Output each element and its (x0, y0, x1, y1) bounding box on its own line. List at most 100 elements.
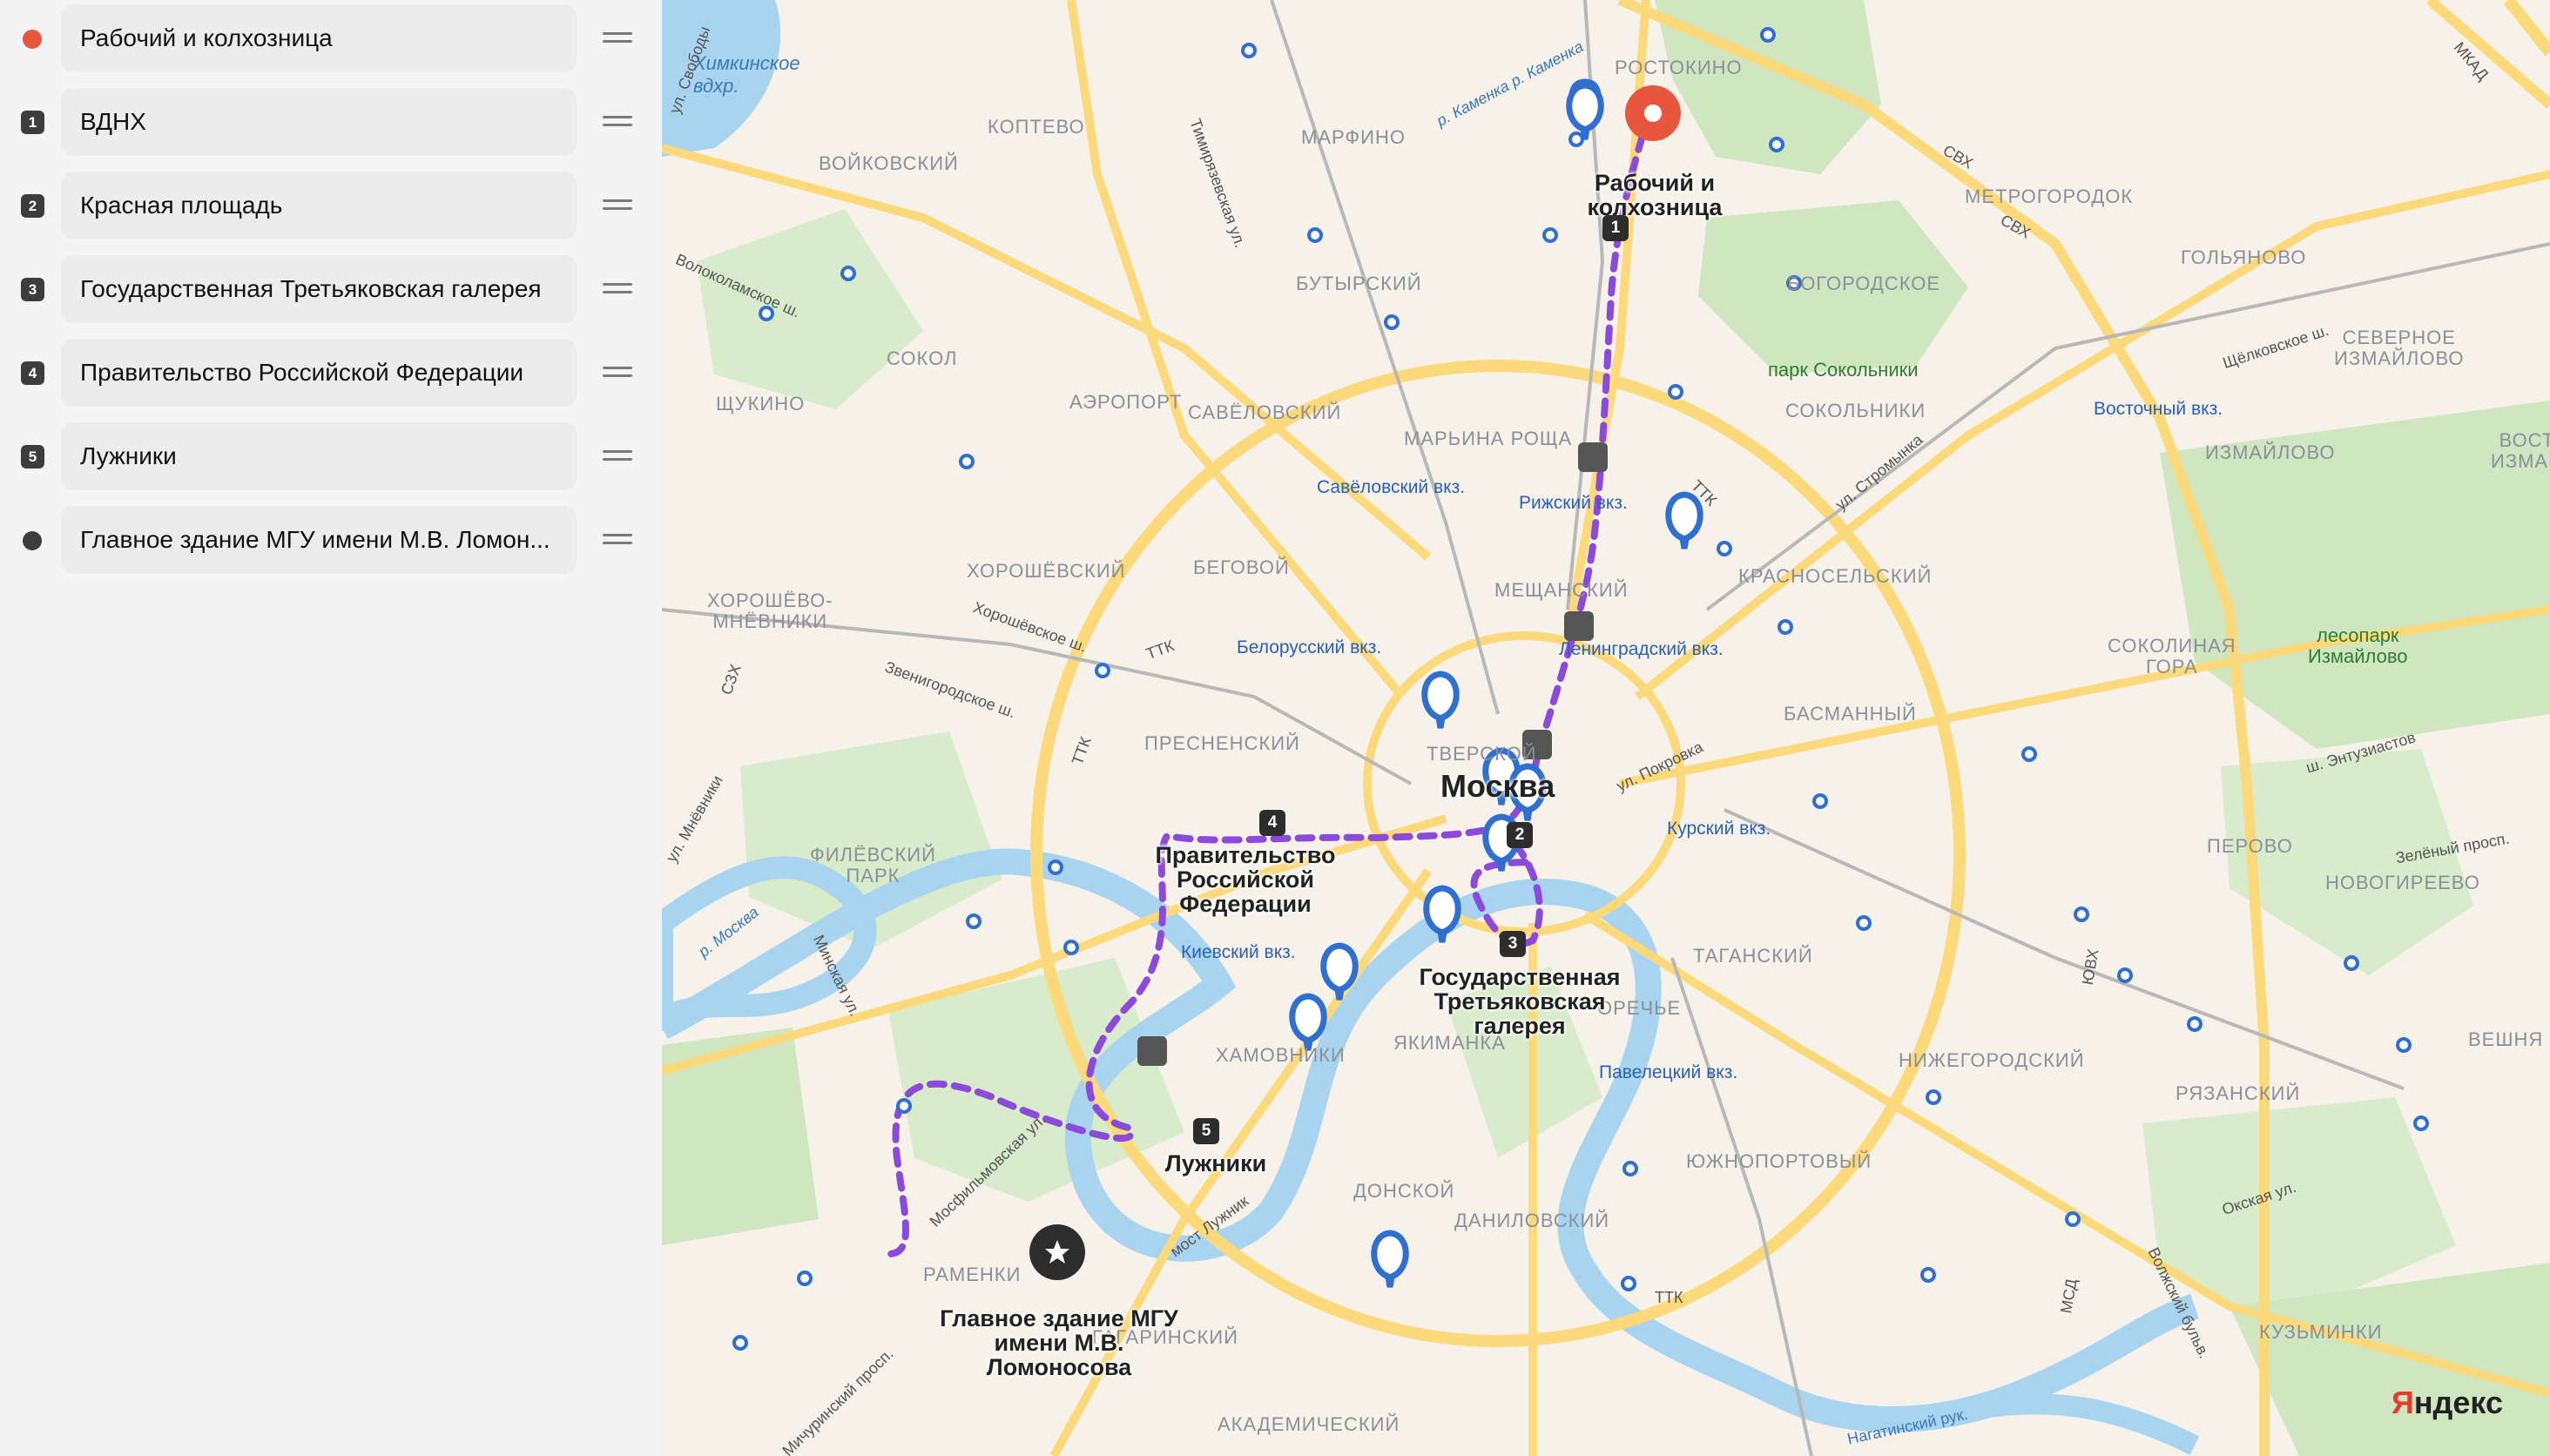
drag-handle-icon[interactable] (603, 112, 632, 130)
district-label: ВЕШНЯ (2468, 1028, 2544, 1050)
route-point-label: Правительство Российской Федерации (80, 359, 524, 386)
drag-handle-icon[interactable] (603, 196, 632, 213)
route-badge-5[interactable]: 5 (1193, 1118, 1219, 1144)
luzhniki-stop-label[interactable]: Лужники (1146, 1151, 1285, 1176)
street-label: ТТК (1655, 1289, 1683, 1306)
poi-label[interactable]: парк Сокольники (1768, 359, 1919, 381)
district-label: КРАСНОСЕЛЬСКИЙ (1738, 565, 1933, 587)
route-card[interactable]: Рабочий и колхозница (61, 4, 577, 72)
poi-label[interactable]: лесопарк Измайлово (2308, 625, 2408, 667)
logo-letter: Я (2391, 1385, 2414, 1420)
district-label: ТАГАНСКИЙ (1693, 945, 1813, 967)
station-label[interactable]: Ленинградский вкз. (1559, 639, 1724, 660)
route-card[interactable]: Правительство Российской Федерации (61, 339, 577, 407)
route-item-3[interactable]: 3 Государственная Третьяковская галерея (0, 251, 662, 334)
station-label[interactable]: Киевский вкз. (1181, 942, 1296, 963)
district-label: КОПТЕВО (988, 116, 1085, 138)
district-label: ГОЛЬЯНОВО (2181, 246, 2307, 268)
route-item-1[interactable]: 1 ВДНХ (0, 84, 662, 167)
district-label: БАСМАННЫЙ (1784, 703, 1917, 725)
district-label: САВЁЛОВСКИЙ (1188, 401, 1342, 423)
district-label: ДОНСКОЙ (1353, 1180, 1455, 1202)
district-label: СОКОЛЬНИКИ (1785, 400, 1926, 421)
tretyakov-stop-label[interactable]: Государственная Третьяковская галерея (1411, 965, 1629, 1038)
drag-handle-icon[interactable] (603, 363, 632, 381)
district-label: МЕЩАНСКИЙ (1494, 579, 1629, 601)
route-list: Рабочий и колхозница 1 ВДНХ 2 Красная пл… (0, 0, 662, 585)
route-point-label: ВДНХ (80, 108, 146, 135)
station-label[interactable]: Белорусский вкз. (1237, 637, 1381, 658)
drag-handle-icon[interactable] (603, 530, 632, 548)
route-point-label: Государственная Третьяковская галерея (80, 275, 542, 302)
district-label: РОСТОКИНО (1615, 57, 1743, 78)
map-canvas[interactable]: РОСТОКИНО МАРФИНО КОПТЕВО ВОЙКОВСКИЙ МЕТ… (662, 0, 2550, 1456)
district-label: ХОРОШЁВСКИЙ (967, 560, 1126, 582)
route-card[interactable]: Государственная Третьяковская галерея (61, 255, 577, 323)
route-card[interactable]: Лужники (61, 422, 577, 490)
district-label: ЩУКИНО (716, 393, 806, 415)
district-label: СОКОЛ (887, 347, 958, 369)
district-label: БЕГОВОЙ (1193, 556, 1290, 578)
logo-text: ндекс (2413, 1385, 2503, 1420)
route-card[interactable]: ВДНХ (61, 88, 577, 156)
route-badge-4[interactable]: 4 (1259, 810, 1285, 836)
drag-handle-icon[interactable] (603, 280, 632, 297)
district-label: КУЗЬМИНКИ (2259, 1321, 2383, 1343)
district-label: АЭРОПОРТ (1069, 391, 1183, 413)
route-item-5[interactable]: 5 Лужники (0, 418, 662, 502)
route-point-label: Лужники (80, 442, 177, 469)
route-point-label: Рабочий и колхозница (80, 24, 333, 51)
station-label[interactable]: Курский вкз. (1667, 819, 1771, 839)
district-label: ВОЙКОВСКИЙ (819, 152, 959, 174)
government-stop-label[interactable]: Правительство Российской Федерации (1150, 843, 1341, 916)
route-badge-1[interactable]: 1 (1602, 215, 1629, 241)
city-label: Москва (1440, 768, 1555, 804)
district-label: ПРЕСНЕНСКИЙ (1144, 732, 1300, 754)
drag-handle-icon[interactable] (603, 447, 632, 464)
district-label: СЕВЕРНОЕ ИЗМАЙЛОВО (2334, 327, 2465, 369)
district-label: ИЗМАЙЛОВО (2205, 442, 2336, 463)
district-label: ФИЛЁВСКИЙ ПАРК (810, 844, 936, 886)
station-label[interactable]: Павелецкий вкз. (1599, 1062, 1737, 1083)
route-point-label: Красная площадь (80, 192, 283, 219)
district-label: ХОРОШЁВО- МНЁВНИКИ (707, 590, 833, 632)
route-card[interactable]: Красная площадь (61, 172, 577, 239)
drag-handle-icon[interactable] (603, 29, 632, 46)
district-label: ДАНИЛОВСКИЙ (1454, 1210, 1610, 1231)
start-marker-dot (23, 30, 42, 49)
district-label: РЯЗАНСКИЙ (2176, 1082, 2301, 1104)
route-item-start[interactable]: Рабочий и колхозница (0, 0, 662, 84)
district-label: МАРЬИНА РОЩА (1404, 428, 1573, 449)
waypoint-number-badge: 1 (21, 111, 44, 134)
route-item-2[interactable]: 2 Красная площадь (0, 167, 662, 251)
waypoint-number-badge: 5 (21, 445, 44, 468)
district-label: БУТЫРСКИЙ (1296, 273, 1422, 294)
district-label: НИЖЕГОРОДСКИЙ (1899, 1049, 2085, 1071)
route-badge-2[interactable]: 2 (1507, 822, 1533, 848)
station-label[interactable]: Савёловский вкз. (1317, 477, 1465, 498)
route-point-label: Главное здание МГУ имени М.В. Ломон... (80, 526, 550, 553)
district-label: ХАМОВНИКИ (1216, 1044, 1346, 1066)
start-stop-label[interactable]: Рабочий и колхозница (1576, 171, 1733, 219)
district-label: ВОСТ ИЗМАЙ (2491, 429, 2550, 472)
msu-stop-label[interactable]: Главное здание МГУ имени М.В. Ломоносова (928, 1306, 1190, 1379)
district-label: ТВЕРСКОЙ (1427, 743, 1537, 765)
yandex-logo[interactable]: Яндекс (2391, 1385, 2503, 1421)
route-item-4[interactable]: 4 Правительство Российской Федерации (0, 334, 662, 418)
district-label: ЮЖНОПОРТОВЫЙ (1686, 1150, 1872, 1172)
route-item-end[interactable]: Главное здание МГУ имени М.В. Ломон... (0, 502, 662, 585)
route-sidebar: Рабочий и колхозница 1 ВДНХ 2 Красная пл… (0, 0, 662, 1456)
district-label: АКАДЕМИЧЕСКИЙ (1218, 1413, 1400, 1435)
waypoint-number-badge: 4 (21, 361, 44, 385)
waypoint-number-badge: 2 (21, 194, 44, 218)
route-card[interactable]: Главное здание МГУ имени М.В. Ломон... (61, 506, 577, 574)
route-badge-3[interactable]: 3 (1500, 931, 1526, 957)
district-label: МЕТРОГОРОДОК (1965, 185, 2134, 207)
station-label[interactable]: Восточный вкз. (2094, 399, 2223, 420)
station-label[interactable]: Рижский вкз. (1519, 493, 1628, 514)
waypoint-number-badge: 3 (21, 278, 44, 301)
district-label: НОВОГИРЕЕВО (2325, 872, 2480, 893)
district-label: МАРФИНО (1301, 126, 1406, 148)
district-label: РАМЕНКИ (923, 1264, 1022, 1285)
district-label: СОКОЛИНАЯ ГОРА (2108, 635, 2236, 677)
